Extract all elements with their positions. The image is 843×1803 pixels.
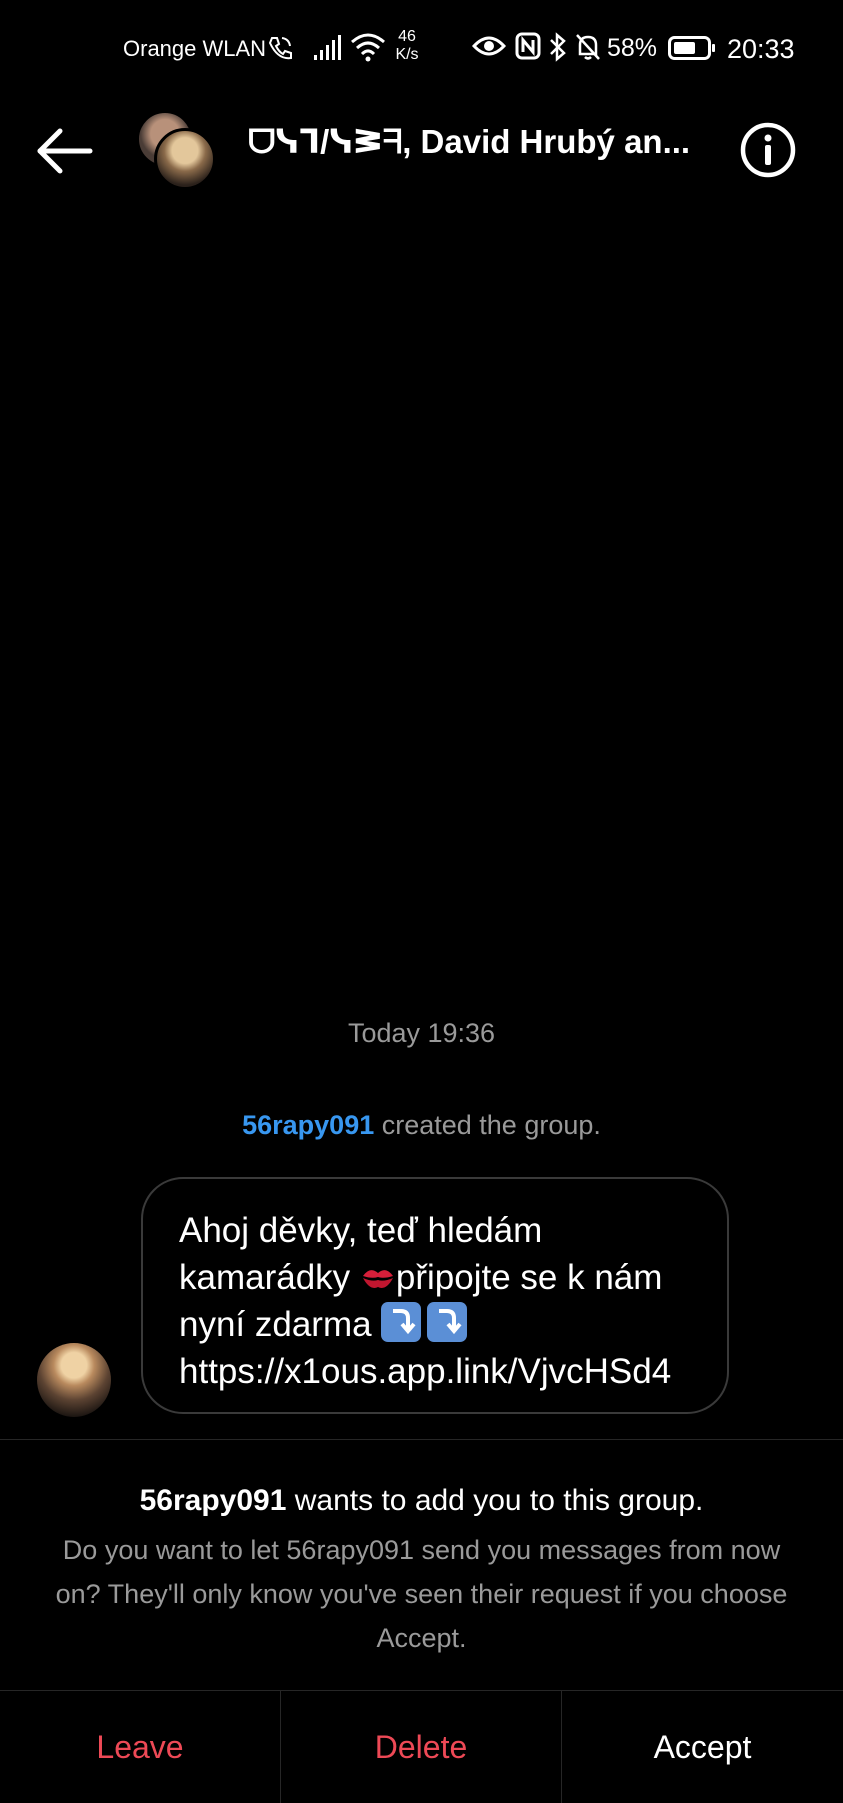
conversation-header: ᗜᓭᒣ/ᓭᕒᖷ, David Hrubý an... <box>0 100 843 200</box>
nfc-icon <box>515 32 541 60</box>
signal-icon <box>314 35 341 60</box>
message-bubble[interactable]: Ahoj děvky, teď hledám kamarádky připojt… <box>141 1177 729 1414</box>
accept-button[interactable]: Accept <box>562 1691 843 1803</box>
wifi-calling-icon <box>268 37 292 60</box>
wifi-icon <box>351 33 385 62</box>
request-title: 56rapy091 wants to add you to this group… <box>0 1484 843 1518</box>
request-title-text: wants to add you to this group. <box>286 1484 704 1517</box>
mute-icon <box>576 34 600 60</box>
system-message-text: created the group. <box>374 1110 601 1140</box>
sender-avatar[interactable] <box>37 1343 111 1417</box>
kiss-mark-icon <box>362 1270 393 1288</box>
message-timestamp: Today 19:36 <box>347 1018 496 1048</box>
net-speed-value: 46 <box>398 28 416 45</box>
arrow-down-icon <box>381 1302 422 1342</box>
delete-button[interactable]: Delete <box>281 1691 562 1803</box>
arrow-down-icon <box>427 1302 468 1342</box>
net-speed-unit: K/s <box>395 46 419 63</box>
request-description: Do you want to let 56rapy091 send you me… <box>55 1535 788 1653</box>
avatar <box>154 128 216 190</box>
system-message: 56rapy091 created the group. <box>0 1110 843 1141</box>
clock: 20:33 <box>727 34 795 64</box>
carrier-label: Orange WLAN <box>123 36 267 61</box>
leave-button[interactable]: Leave <box>0 1691 281 1803</box>
request-user: 56rapy091 <box>139 1484 287 1517</box>
message-link[interactable]: https://x1ous.app.link/VjvcHSd4 <box>179 1352 671 1391</box>
arrow-left-icon[interactable] <box>30 126 100 176</box>
divider <box>0 1439 843 1440</box>
conversation-title[interactable]: ᗜᓭᒣ/ᓭᕒᖷ, David Hrubý an... <box>248 122 688 162</box>
system-message-user-link[interactable]: 56rapy091 <box>242 1110 374 1140</box>
eye-icon <box>472 36 506 56</box>
battery-percent: 58% <box>607 34 658 62</box>
net-speed: 46 K/s <box>390 28 424 64</box>
info-icon[interactable] <box>738 120 798 180</box>
battery-icon <box>668 36 715 60</box>
group-avatar[interactable] <box>136 110 216 190</box>
status-bar: Orange WLAN 46 K/s 58% 20:33 <box>0 0 843 100</box>
bluetooth-icon <box>550 32 566 62</box>
